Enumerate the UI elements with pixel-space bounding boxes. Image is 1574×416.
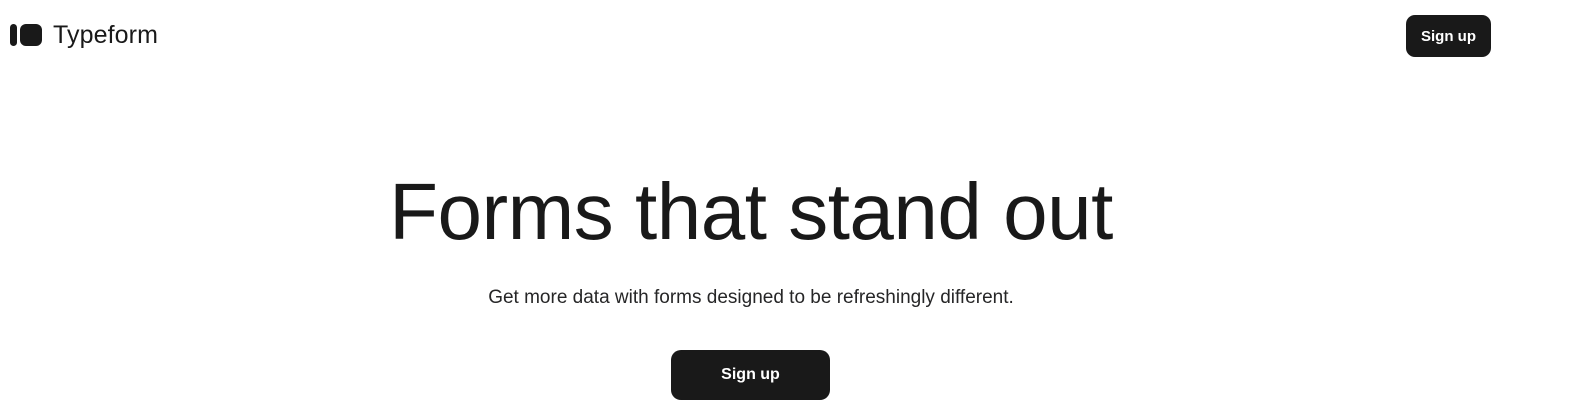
logo-block-shape — [20, 24, 42, 46]
page: Typeform Sign up Forms that stand out Ge… — [0, 0, 1574, 416]
logo-bar-shape — [10, 24, 17, 46]
site-header: Typeform Sign up — [0, 0, 1574, 70]
hero-signup-button[interactable]: Sign up — [671, 350, 830, 400]
typeform-logo-icon — [10, 24, 42, 46]
hero-subtitle: Get more data with forms designed to be … — [488, 287, 1014, 308]
hero-title: Forms that stand out — [389, 167, 1113, 256]
brand-name: Typeform — [53, 21, 158, 49]
header-signup-button[interactable]: Sign up — [1406, 15, 1491, 57]
logo-link[interactable]: Typeform — [10, 22, 158, 48]
